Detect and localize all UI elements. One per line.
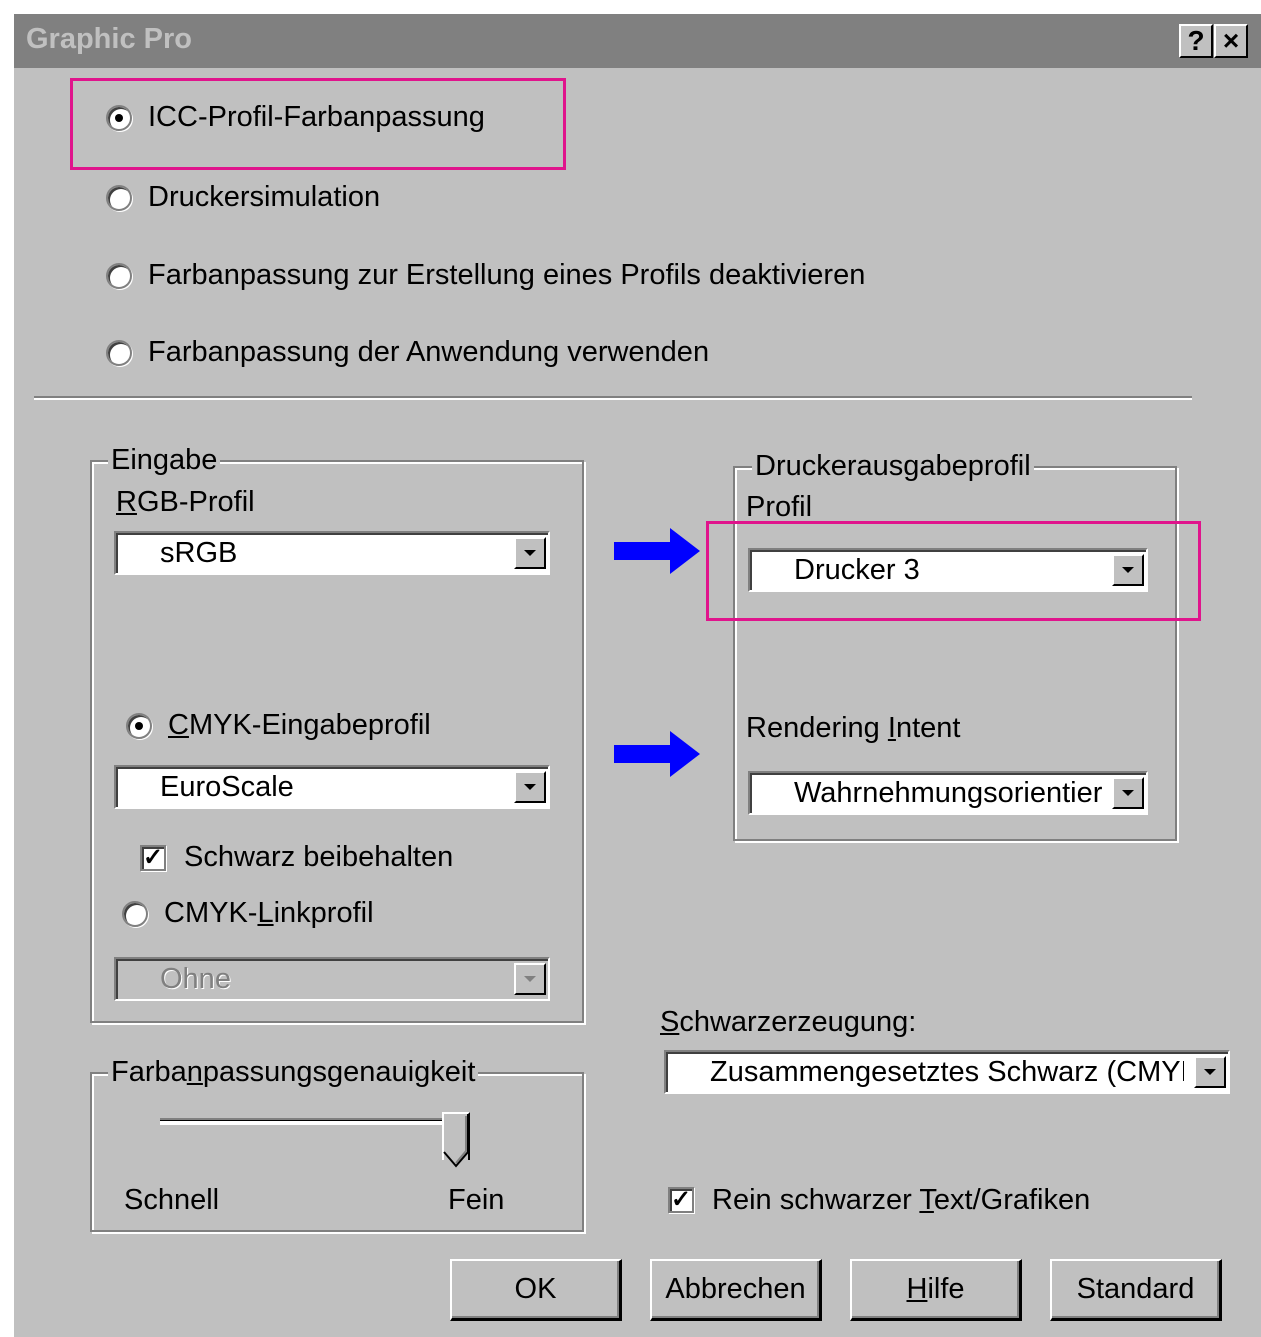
label-icc-profile: ICC-Profil-Farbanpassung bbox=[148, 101, 485, 133]
chevron-down-icon[interactable] bbox=[1194, 1056, 1226, 1088]
combo-cmyk-input-value: EuroScale bbox=[160, 771, 294, 803]
slider-max-label: Fein bbox=[448, 1184, 505, 1216]
radio-application-matching[interactable] bbox=[106, 340, 132, 366]
combo-black-generation[interactable]: Zusammengesetztes Schwarz (CMYK bbox=[664, 1050, 1230, 1094]
chevron-down-icon[interactable] bbox=[1112, 777, 1144, 809]
combo-cmyk-input[interactable]: EuroScale bbox=[114, 765, 550, 809]
window-title: Graphic Pro bbox=[26, 23, 192, 55]
combo-rendering-intent-value: Wahrnehmungsorientier bbox=[794, 777, 1103, 809]
combo-rgb-profile[interactable]: sRGB bbox=[114, 531, 550, 575]
label-rgb-profile: RGB-Profil bbox=[116, 486, 255, 518]
close-title-button[interactable]: × bbox=[1214, 24, 1248, 58]
label-profile: Profil bbox=[746, 491, 813, 523]
radio-cmyk-input[interactable] bbox=[126, 713, 152, 739]
label-rendering-intent: Rendering Intent bbox=[746, 712, 961, 744]
right-arrow-icon bbox=[614, 731, 700, 777]
cancel-button[interactable]: Abbrechen bbox=[650, 1259, 822, 1321]
default-button[interactable]: Standard bbox=[1050, 1259, 1222, 1321]
label-disable-matching: Farbanpassung zur Erstellung eines Profi… bbox=[148, 259, 866, 291]
ok-button[interactable]: OK bbox=[450, 1259, 622, 1321]
combo-printer-profile-value: Drucker 3 bbox=[794, 554, 920, 586]
radio-cmyk-link[interactable] bbox=[122, 901, 148, 927]
label-pure-black: Rein schwarzer Text/Grafiken bbox=[712, 1184, 1091, 1216]
label-keep-black: Schwarz beibehalten bbox=[184, 841, 454, 873]
combo-cmyk-link: Ohne bbox=[114, 957, 550, 1001]
group-accuracy-title: Farbanpassungsgenauigkeit bbox=[108, 1056, 479, 1089]
chevron-down-icon[interactable] bbox=[514, 771, 546, 803]
radio-printer-simulation[interactable] bbox=[106, 185, 132, 211]
accuracy-slider-track[interactable] bbox=[160, 1118, 456, 1125]
help-button[interactable]: Hilfe bbox=[850, 1259, 1022, 1321]
combo-printer-profile[interactable]: Drucker 3 bbox=[748, 548, 1148, 592]
checkbox-pure-black[interactable]: ✓ bbox=[668, 1187, 694, 1213]
group-printer-output-title: Druckerausgabeprofil bbox=[752, 450, 1034, 483]
title-bar: Graphic Pro ? × bbox=[14, 14, 1261, 68]
combo-rendering-intent[interactable]: Wahrnehmungsorientier bbox=[748, 771, 1148, 815]
combo-black-generation-value: Zusammengesetztes Schwarz (CMYK bbox=[710, 1056, 1184, 1088]
label-printer-simulation: Druckersimulation bbox=[148, 181, 381, 213]
radio-icc-profile[interactable] bbox=[106, 105, 132, 131]
slider-min-label: Schnell bbox=[124, 1184, 220, 1216]
chevron-down-icon[interactable] bbox=[514, 537, 546, 569]
help-title-button[interactable]: ? bbox=[1179, 24, 1213, 58]
separator bbox=[34, 396, 1192, 400]
label-application-matching: Farbanpassung der Anwendung verwenden bbox=[148, 336, 710, 368]
group-eingabe-title: Eingabe bbox=[108, 444, 221, 477]
label-black-generation: Schwarzerzeugung: bbox=[660, 1006, 917, 1038]
right-arrow-icon bbox=[614, 528, 700, 574]
checkbox-keep-black[interactable]: ✓ bbox=[140, 845, 166, 871]
combo-cmyk-link-value: Ohne bbox=[160, 963, 231, 995]
label-cmyk-input: CMYK-Eingabeprofil bbox=[168, 709, 431, 741]
accuracy-slider-thumb[interactable] bbox=[442, 1112, 470, 1168]
radio-disable-matching[interactable] bbox=[106, 263, 132, 289]
label-cmyk-link: CMYK-Linkprofil bbox=[164, 897, 374, 929]
combo-rgb-value: sRGB bbox=[160, 537, 238, 569]
chevron-down-icon[interactable] bbox=[1112, 554, 1144, 586]
chevron-down-icon bbox=[514, 963, 546, 995]
